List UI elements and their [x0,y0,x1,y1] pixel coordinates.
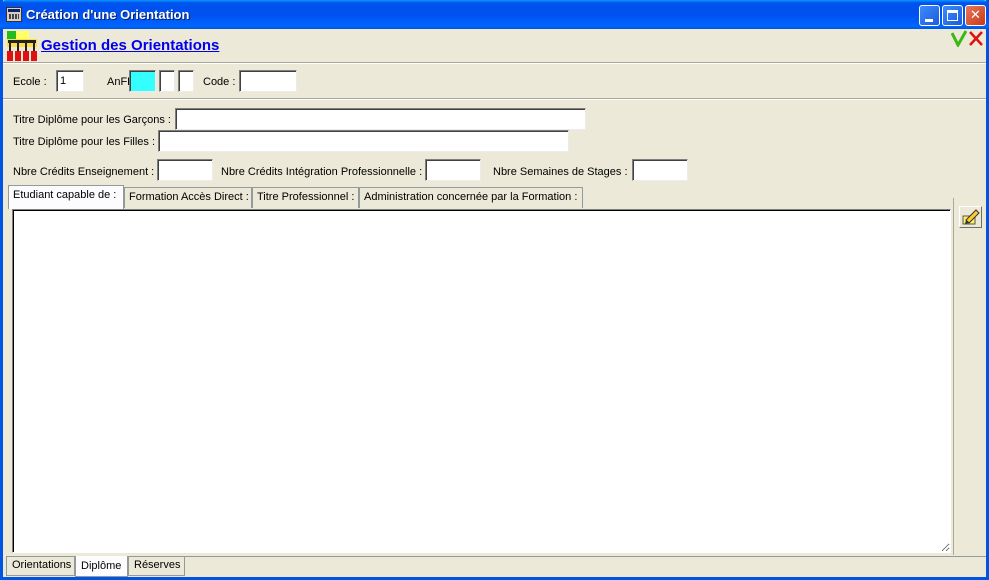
tab-diplome[interactable]: Diplôme [75,556,128,577]
bottom-tab-strip: Orientations Diplôme Réserves [6,556,986,577]
ecole-input[interactable] [56,70,84,92]
maximize-button[interactable] [942,5,963,26]
main-window: Création d'une Orientation ✕ Gestion des… [0,0,989,580]
tab-formation-acces-direct[interactable]: Formation Accès Direct : [124,187,252,208]
edit-button[interactable] [959,206,982,228]
anff-input-1[interactable] [129,70,156,92]
anff-input-2[interactable] [159,70,175,92]
credits-integration-label: Nbre Crédits Intégration Professionnelle… [221,166,423,178]
credits-enseignement-label: Nbre Crédits Enseignement : [13,166,155,178]
semaines-stages-label: Nbre Semaines de Stages : [493,166,628,178]
minimize-button[interactable] [919,5,940,26]
code-input[interactable] [239,70,297,92]
ecole-label: Ecole : [13,76,47,88]
titre-filles-input[interactable] [158,130,569,152]
close-button[interactable]: ✕ [965,5,986,26]
window-title: Création d'une Orientation [26,7,190,22]
form-header: Gestion des Orientations [3,29,986,63]
divider [3,98,986,100]
cancel-x-icon[interactable] [968,30,984,47]
credits-integration-input[interactable] [425,159,481,181]
tab-titre-professionnel[interactable]: Titre Professionnel : [252,187,359,208]
validate-check-icon[interactable] [951,30,967,47]
anff-input-3[interactable] [178,70,194,92]
etudiant-capable-textarea[interactable] [12,209,951,553]
titre-garcons-input[interactable] [175,108,586,130]
semaines-stages-input[interactable] [632,159,688,181]
maximize-icon [947,10,958,21]
divider [3,62,986,64]
tab-etudiant-capable[interactable]: Etudiant capable de : [8,185,124,209]
tab-administration-concernee[interactable]: Administration concernée par la Formatio… [359,187,583,208]
tab-orientations[interactable]: Orientations [6,557,75,576]
title-bar[interactable]: Création d'une Orientation ✕ [0,0,989,29]
window-app-icon [6,7,22,22]
page-title[interactable]: Gestion des Orientations [41,37,219,54]
close-icon: ✕ [970,8,981,23]
code-label: Code : [203,76,236,88]
titre-garcons-label: Titre Diplôme pour les Garçons : [13,114,171,126]
app-logo-icon [7,31,37,61]
edit-pencil-icon [962,209,980,225]
titre-filles-label: Titre Diplôme pour les Filles : [13,136,156,148]
minimize-icon [925,19,933,22]
credits-enseignement-input[interactable] [157,159,213,181]
side-tool-panel [953,198,986,555]
tab-reserves[interactable]: Réserves [128,557,185,576]
